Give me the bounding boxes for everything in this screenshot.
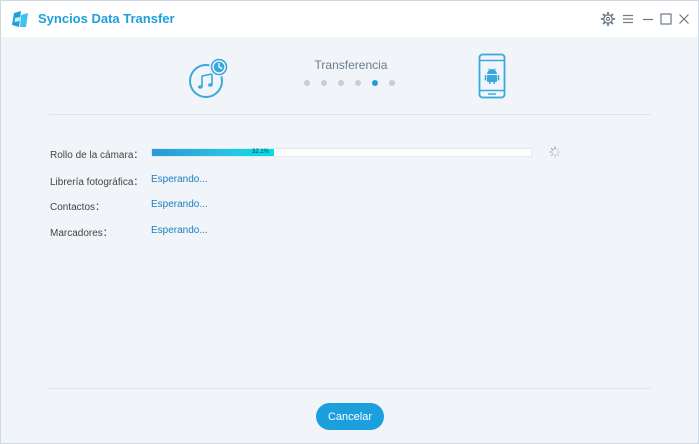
gear-icon[interactable] <box>600 11 616 27</box>
step-dot <box>304 80 310 86</box>
row-status: Esperando... <box>151 199 208 210</box>
transfer-row-photo-library: Librería fotográfica： Esperando... <box>49 173 609 189</box>
itunes-backup-icon <box>189 57 229 98</box>
transfer-row-camera-roll: Rollo de la cámara： 32.1% <box>49 146 609 162</box>
step-dot <box>355 80 361 86</box>
progress-percent: 32.1% <box>252 149 270 155</box>
transfer-row-bookmarks: Marcadores： Esperando... <box>49 224 609 240</box>
step-dots <box>302 78 402 88</box>
transfer-steps: Transferencia <box>1 37 698 115</box>
row-label: Librería fotográfica： <box>50 177 144 188</box>
step-label: Transferencia <box>314 58 388 72</box>
close-icon[interactable] <box>676 11 692 27</box>
progress-bar: 32.1% <box>151 148 532 157</box>
app-title: Syncios Data Transfer <box>38 11 175 26</box>
maximize-icon[interactable] <box>658 11 674 27</box>
cancel-button[interactable]: Cancelar <box>316 403 384 430</box>
menu-icon[interactable] <box>620 11 636 27</box>
row-label: Contactos： <box>50 202 106 213</box>
minimize-icon[interactable] <box>640 11 656 27</box>
app-window: Syncios Data Transfer Transferencia Roll… <box>0 0 699 444</box>
step-dot <box>389 80 395 86</box>
android-phone-icon <box>478 53 506 99</box>
row-label: Rollo de la cámara： <box>50 150 144 161</box>
top-divider <box>49 114 651 115</box>
title-bar: Syncios Data Transfer <box>1 1 698 37</box>
row-label: Marcadores： <box>50 228 113 239</box>
row-status: Esperando... <box>151 174 208 185</box>
step-dot <box>338 80 344 86</box>
loading-spinner-icon <box>549 146 561 158</box>
syncios-logo-icon <box>12 11 28 27</box>
bottom-divider <box>49 388 651 389</box>
step-dot <box>321 80 327 86</box>
row-status: Esperando... <box>151 225 208 236</box>
transfer-row-contacts: Contactos： Esperando... <box>49 198 609 214</box>
step-dot <box>372 80 378 86</box>
